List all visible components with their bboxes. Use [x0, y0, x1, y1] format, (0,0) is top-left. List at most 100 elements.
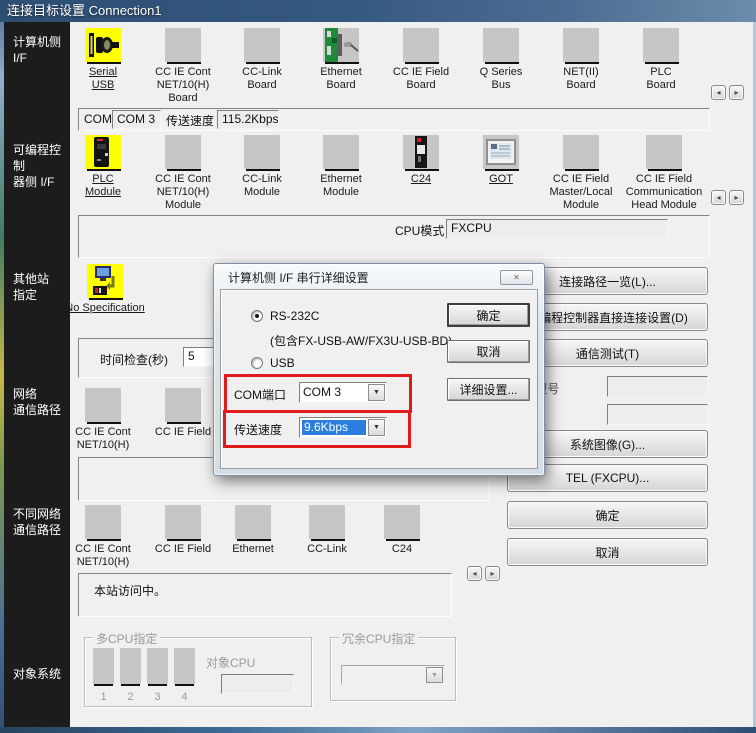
connection-setup-window: 连接目标设置 Connection1 计算机侧 I/F 可编程控制 器侧 I/F… [0, 0, 756, 733]
com-port-combobox[interactable]: COM 3 ▼ [299, 382, 387, 403]
device-plc-module[interactable]: PLC Module [63, 135, 143, 199]
redundant-cpu-legend: 冗余CPU指定 [339, 630, 418, 647]
device-label: Ethernet Board [301, 66, 381, 92]
dropdown-arrow-icon[interactable]: ▼ [368, 384, 385, 401]
device-label: CC IE Field Communication Head Module [614, 173, 714, 212]
ok-button[interactable]: 确定 [507, 501, 708, 529]
device-ccie-cont-module[interactable]: CC IE Cont NET/10(H) Module [143, 135, 223, 212]
button-label: 取消 [595, 544, 619, 561]
sidebar-label-other-station: 其他站 指定 [13, 271, 49, 303]
device-label: CC IE Field Board [381, 66, 461, 92]
device-qseries-bus[interactable]: Q Series Bus [461, 28, 541, 92]
conet-ccie-cont-icon [85, 505, 121, 539]
device-label: Q Series Bus [461, 66, 541, 92]
com-port-value: COM 3 [303, 385, 366, 400]
window-bottom-border [0, 727, 756, 733]
conet-cclink-icon [309, 505, 345, 539]
sidebar-label-plc-if: 可编程控制 器侧 I/F [13, 142, 70, 190]
device-label: CC-Link Module [222, 173, 302, 199]
rs232c-radio[interactable] [251, 310, 263, 322]
net-ccie-cont-icon [85, 388, 121, 422]
device-net-ccie-field: CC IE Field [143, 388, 223, 439]
netii-board-icon [563, 28, 599, 62]
conet-c24-icon [384, 505, 420, 539]
row2-scroll-left-button[interactable]: ◂ [711, 190, 726, 205]
detail-field [607, 404, 708, 425]
device-label: Ethernet Module [301, 173, 381, 199]
cpu3-number: 3 [147, 691, 168, 703]
device-ccie-field-head[interactable]: CC IE Field Communication Head Module [614, 135, 714, 212]
button-label: 连接路径一览(L)... [559, 273, 656, 290]
close-icon: ✕ [513, 273, 520, 282]
device-no-specification[interactable]: No Specification [60, 264, 150, 315]
device-net-ccie-cont: CC IE Cont NET/10(H) [63, 388, 143, 452]
speed-combobox[interactable]: 9.6Kbps ▼ [299, 417, 387, 438]
redundant-cpu-combobox: ▼ [341, 665, 445, 685]
cpu1-number: 1 [93, 691, 114, 703]
row2-scroll-right-button[interactable]: ▸ [729, 190, 744, 205]
device-ccie-field-master[interactable]: CC IE Field Master/Local Module [536, 135, 626, 212]
cpu-model-field [607, 376, 708, 397]
arrow-right-icon: ▸ [734, 86, 738, 99]
row5-scroll-left-button[interactable]: ◂ [467, 566, 482, 581]
device-ethernet-board[interactable]: Ethernet Board [301, 28, 381, 92]
dialog-ok-button[interactable]: 确定 [447, 303, 530, 327]
button-label: 确定 [476, 307, 500, 324]
c24-icon [403, 135, 439, 169]
arrow-left-icon: ◂ [472, 567, 476, 580]
row5-scroll-right-button[interactable]: ▸ [485, 566, 500, 581]
dialog-title: 计算机侧 I/F 串行详细设置 [228, 269, 369, 286]
dialog-close-button[interactable]: ✕ [500, 270, 533, 285]
conet-ccie-field-icon [165, 505, 201, 539]
button-label: TEL (FXCPU)... [566, 471, 650, 485]
device-plc-board[interactable]: PLC Board [621, 28, 701, 92]
dialog-cancel-button[interactable]: 取消 [447, 340, 530, 363]
device-label: CC IE Field [143, 426, 223, 439]
device-ethernet-module[interactable]: Ethernet Module [301, 135, 381, 199]
device-cclink-module[interactable]: CC-Link Module [222, 135, 302, 199]
device-label: CC IE Cont NET/10(H) Module [143, 173, 223, 212]
device-label: CC IE Field Master/Local Module [536, 173, 626, 212]
sidebar-label-co-network-route: 不同网络 通信路径 [13, 506, 61, 538]
modal-speed-label: 传送速度 [234, 421, 282, 438]
device-c24[interactable]: C24 [381, 135, 461, 186]
device-serial-usb[interactable]: Serial USB [63, 28, 143, 92]
sidebar-label-target-system: 对象系统 [13, 666, 61, 682]
conet-ethernet-icon [235, 505, 271, 539]
device-cclink-board[interactable]: CC-Link Board [222, 28, 302, 92]
device-label: Serial USB [63, 66, 143, 92]
button-label: 可编程控制器直接连接设置(D) [527, 309, 688, 326]
sidebar-label-network-route: 网络 通信路径 [13, 386, 61, 418]
device-label: CC IE Cont NET/10(H) Board [143, 66, 223, 105]
cpu3-chip [147, 648, 168, 684]
device-label: CC IE Cont NET/10(H) [63, 426, 143, 452]
plc-board-icon [643, 28, 679, 62]
arrow-left-icon: ◂ [716, 191, 720, 204]
qseries-bus-icon [483, 28, 519, 62]
cpu4-number: 4 [174, 691, 195, 703]
speed-label: 传送速度 [166, 112, 214, 129]
row1-scroll-right-button[interactable]: ▸ [729, 85, 744, 100]
row1-scroll-left-button[interactable]: ◂ [711, 85, 726, 100]
device-got[interactable]: GOT [461, 135, 541, 186]
redundant-cpu-groupbox: 冗余CPU指定 ▼ [330, 637, 456, 701]
plc-module-icon [85, 135, 121, 169]
speed-value: 9.6Kbps [302, 420, 366, 435]
cpu1-chip [93, 648, 114, 684]
usb-radio[interactable] [251, 357, 263, 369]
cancel-button[interactable]: 取消 [507, 538, 708, 566]
button-label: 确定 [595, 507, 619, 524]
device-conet-ccie-cont: CC IE Cont NET/10(H) [63, 505, 143, 569]
dialog-detail-button[interactable]: 详细设置... [447, 378, 530, 401]
device-ccie-cont-board[interactable]: CC IE Cont NET/10(H) Board [143, 28, 223, 105]
rs232c-note: (包含FX-USB-AW/FX3U-USB-BD) [270, 332, 452, 349]
device-label: PLC Module [63, 173, 143, 199]
device-label: NET(II) Board [541, 66, 621, 92]
com-label: COM [84, 112, 112, 126]
device-ccie-field-board[interactable]: CC IE Field Board [381, 28, 461, 92]
device-label: Ethernet [213, 543, 293, 556]
device-netii-board[interactable]: NET(II) Board [541, 28, 621, 92]
button-label: 取消 [476, 343, 500, 360]
dropdown-arrow-icon[interactable]: ▼ [368, 419, 385, 436]
window-titlebar[interactable]: 连接目标设置 Connection1 [0, 0, 756, 22]
